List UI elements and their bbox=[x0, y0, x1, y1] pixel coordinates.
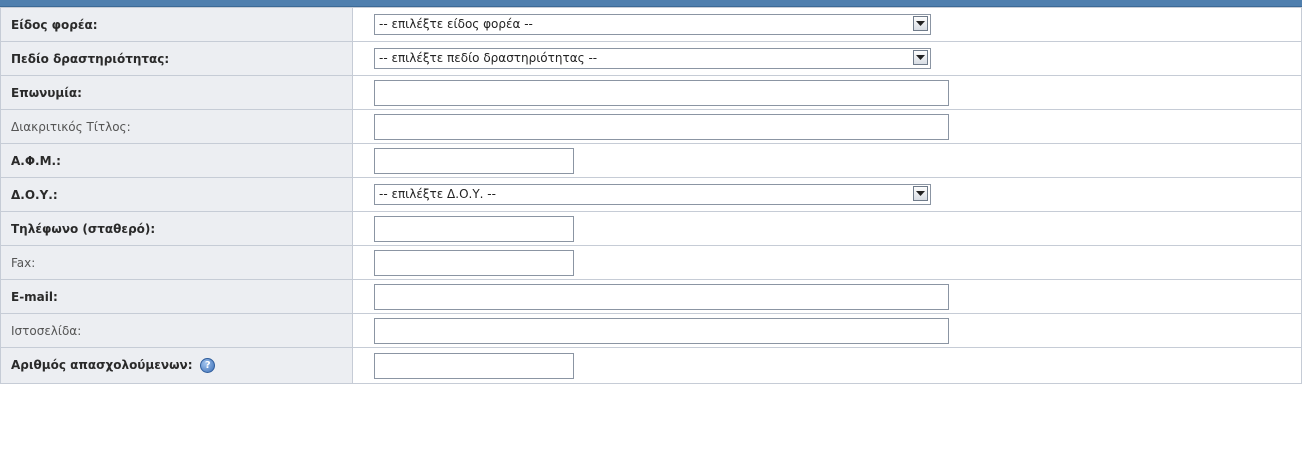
field-cell bbox=[352, 211, 1302, 246]
row-tax-id: Α.Φ.Μ.: bbox=[0, 143, 1302, 178]
phone-input[interactable] bbox=[374, 215, 574, 242]
tax-office-select-value: -- επιλέξτε Δ.Ο.Υ. -- bbox=[379, 187, 496, 201]
chevron-down-icon[interactable] bbox=[913, 186, 928, 201]
field-cell bbox=[352, 245, 1302, 280]
tax-id-input[interactable] bbox=[374, 147, 574, 174]
label-cell: Ιστοσελίδα: bbox=[0, 313, 353, 348]
field-cell bbox=[352, 279, 1302, 314]
website-label: Ιστοσελίδα: bbox=[11, 323, 82, 338]
row-fax: Fax: bbox=[0, 245, 1302, 280]
company-name-label: Επωνυμία: bbox=[11, 85, 82, 100]
label-cell: E-mail: bbox=[0, 279, 353, 314]
label-cell: Τηλέφωνο (σταθερό): bbox=[0, 211, 353, 246]
phone-label: Τηλέφωνο (σταθερό): bbox=[11, 221, 156, 236]
row-distinctive-title: Διακριτικός Τίτλος: bbox=[0, 109, 1302, 144]
field-cell bbox=[352, 143, 1302, 178]
organization-type-select[interactable]: -- επιλέξτε είδος φορέα -- bbox=[374, 14, 931, 35]
activity-field-select-value: -- επιλέξτε πεδίο δραστηριότητας -- bbox=[379, 51, 598, 65]
label-cell: Α.Φ.Μ.: bbox=[0, 143, 353, 178]
organization-type-select-value: -- επιλέξτε είδος φορέα -- bbox=[379, 17, 533, 31]
label-cell: Επωνυμία: bbox=[0, 75, 353, 110]
distinctive-title-input[interactable] bbox=[374, 113, 949, 140]
company-name-input[interactable] bbox=[374, 79, 949, 106]
field-cell: -- επιλέξτε είδος φορέα -- bbox=[352, 7, 1302, 42]
activity-field-label: Πεδίο δραστηριότητας: bbox=[11, 51, 170, 66]
field-cell bbox=[352, 313, 1302, 348]
row-organization-type: Είδος φορέα: -- επιλέξτε είδος φορέα -- bbox=[0, 7, 1302, 42]
organization-form: Είδος φορέα: -- επιλέξτε είδος φορέα -- … bbox=[0, 7, 1302, 384]
distinctive-title-label: Διακριτικός Τίτλος: bbox=[11, 119, 131, 134]
label-cell: Πεδίο δραστηριότητας: bbox=[0, 41, 353, 76]
row-phone: Τηλέφωνο (σταθερό): bbox=[0, 211, 1302, 246]
section-header-bar bbox=[0, 0, 1302, 7]
row-email: E-mail: bbox=[0, 279, 1302, 314]
organization-type-label: Είδος φορέα: bbox=[11, 17, 98, 32]
fax-label: Fax: bbox=[11, 255, 36, 270]
label-cell: Είδος φορέα: bbox=[0, 7, 353, 42]
row-activity-field: Πεδίο δραστηριότητας: -- επιλέξτε πεδίο … bbox=[0, 41, 1302, 76]
employees-input[interactable] bbox=[374, 352, 574, 379]
tax-office-label: Δ.Ο.Υ.: bbox=[11, 187, 58, 202]
row-employees: Αριθμός απασχολούμενων: ? bbox=[0, 347, 1302, 384]
tax-office-select[interactable]: -- επιλέξτε Δ.Ο.Υ. -- bbox=[374, 184, 931, 205]
employees-label: Αριθμός απασχολούμενων: bbox=[11, 358, 193, 372]
field-cell bbox=[352, 347, 1302, 384]
label-cell: Fax: bbox=[0, 245, 353, 280]
email-label: E-mail: bbox=[11, 289, 58, 304]
row-company-name: Επωνυμία: bbox=[0, 75, 1302, 110]
chevron-down-icon[interactable] bbox=[913, 16, 928, 31]
field-cell: -- επιλέξτε Δ.Ο.Υ. -- bbox=[352, 177, 1302, 212]
tax-id-label: Α.Φ.Μ.: bbox=[11, 153, 61, 168]
activity-field-select[interactable]: -- επιλέξτε πεδίο δραστηριότητας -- bbox=[374, 48, 931, 69]
website-input[interactable] bbox=[374, 317, 949, 344]
label-cell: Διακριτικός Τίτλος: bbox=[0, 109, 353, 144]
fax-input[interactable] bbox=[374, 249, 574, 276]
help-icon[interactable]: ? bbox=[200, 358, 216, 373]
email-input[interactable] bbox=[374, 283, 949, 310]
chevron-down-icon[interactable] bbox=[913, 50, 928, 65]
field-cell bbox=[352, 75, 1302, 110]
field-cell: -- επιλέξτε πεδίο δραστηριότητας -- bbox=[352, 41, 1302, 76]
row-website: Ιστοσελίδα: bbox=[0, 313, 1302, 348]
label-cell: Δ.Ο.Υ.: bbox=[0, 177, 353, 212]
label-cell: Αριθμός απασχολούμενων: ? bbox=[0, 347, 353, 384]
row-tax-office: Δ.Ο.Υ.: -- επιλέξτε Δ.Ο.Υ. -- bbox=[0, 177, 1302, 212]
field-cell bbox=[352, 109, 1302, 144]
